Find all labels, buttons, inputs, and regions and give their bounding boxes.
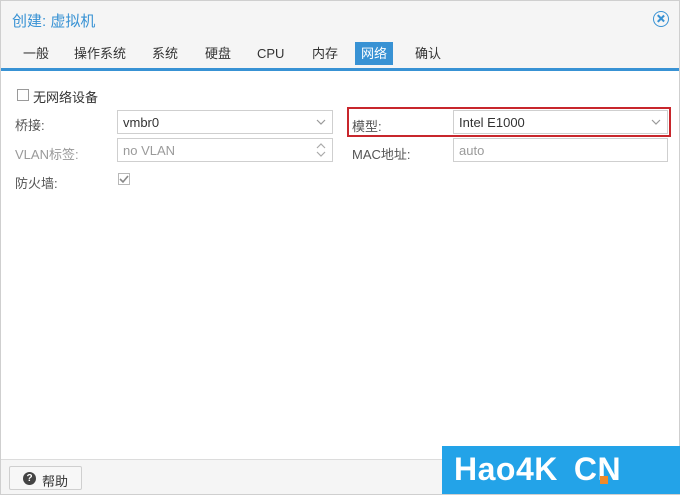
model-label: 模型: xyxy=(352,119,382,134)
help-label: 帮助 xyxy=(42,474,69,489)
mac-address-input[interactable]: auto xyxy=(453,138,668,162)
firewall-checkbox[interactable] xyxy=(118,173,130,185)
firewall-label: 防火墙: xyxy=(15,176,58,191)
vlan-label: VLAN标签: xyxy=(15,147,79,162)
tab-network[interactable]: 网络 xyxy=(355,42,394,65)
close-icon[interactable] xyxy=(653,11,669,27)
network-form: 无网络设备 桥接: vmbr0 VLAN标签: no VLAN 防火墙: 模型:… xyxy=(1,74,679,459)
watermark-dot xyxy=(600,476,608,484)
bridge-label: 桥接: xyxy=(15,118,45,133)
spinner-arrows-icon[interactable] xyxy=(316,142,326,158)
checkmark-icon xyxy=(119,175,129,184)
vlan-spinner[interactable]: no VLAN xyxy=(117,138,333,162)
tab-bar: 一般 操作系统 系统 硬盘 CPU 内存 网络 确认 xyxy=(1,37,679,71)
create-vm-dialog: 创建: 虚拟机 一般 操作系统 系统 硬盘 CPU 内存 网络 确认 无网络设备… xyxy=(0,0,680,495)
no-network-checkbox[interactable] xyxy=(17,89,29,101)
bridge-value: vmbr0 xyxy=(123,115,160,130)
mac-label: MAC地址: xyxy=(352,147,411,162)
tab-system[interactable]: 系统 xyxy=(146,42,184,65)
chevron-down-icon[interactable] xyxy=(651,117,661,127)
no-network-label: 无网络设备 xyxy=(33,90,99,105)
mac-value: auto xyxy=(459,143,485,158)
title-bar: 创建: 虚拟机 xyxy=(1,1,679,37)
tab-general[interactable]: 一般 xyxy=(17,42,55,65)
model-value: Intel E1000 xyxy=(459,115,525,130)
chevron-down-icon[interactable] xyxy=(316,117,326,127)
tab-cpu[interactable]: CPU xyxy=(251,42,290,65)
tab-confirm[interactable]: 确认 xyxy=(409,42,447,65)
model-select[interactable]: Intel E1000 xyxy=(453,110,668,134)
tab-os[interactable]: 操作系统 xyxy=(68,42,132,65)
watermark-text: Hao4K CN xyxy=(454,451,622,487)
help-button[interactable]: ? 帮助 xyxy=(9,466,82,490)
watermark-logo: Hao4K CN xyxy=(442,446,680,494)
question-icon: ? xyxy=(23,472,36,485)
tab-memory[interactable]: 内存 xyxy=(306,42,344,65)
tab-disk[interactable]: 硬盘 xyxy=(199,42,237,65)
dialog-title: 创建: 虚拟机 xyxy=(12,13,96,30)
bridge-select[interactable]: vmbr0 xyxy=(117,110,333,134)
vlan-value: no VLAN xyxy=(123,143,176,158)
